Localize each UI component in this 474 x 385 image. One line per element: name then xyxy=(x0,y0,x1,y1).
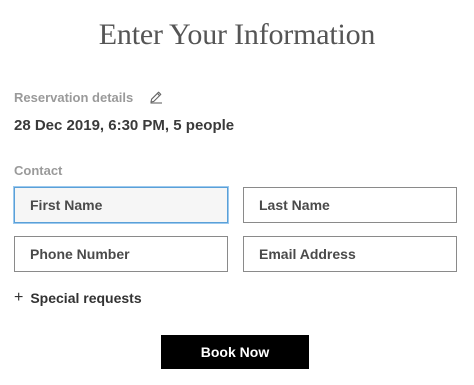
first-name-input[interactable] xyxy=(14,187,228,223)
special-requests-label: Special requests xyxy=(30,290,142,306)
reservation-details-label: Reservation details xyxy=(14,90,134,105)
email-address-input[interactable] xyxy=(243,236,457,272)
reservation-summary: 28 Dec 2019, 6:30 PM, 5 people xyxy=(14,117,235,134)
last-name-input[interactable] xyxy=(243,187,457,223)
pencil-icon[interactable] xyxy=(149,90,163,104)
book-now-button[interactable]: Book Now xyxy=(161,335,309,369)
phone-number-input[interactable] xyxy=(14,236,228,272)
page-title: Enter Your Information xyxy=(98,18,376,51)
contact-label: Contact xyxy=(14,163,63,178)
special-requests-toggle[interactable]: + Special requests xyxy=(14,289,142,307)
plus-icon: + xyxy=(14,289,24,306)
